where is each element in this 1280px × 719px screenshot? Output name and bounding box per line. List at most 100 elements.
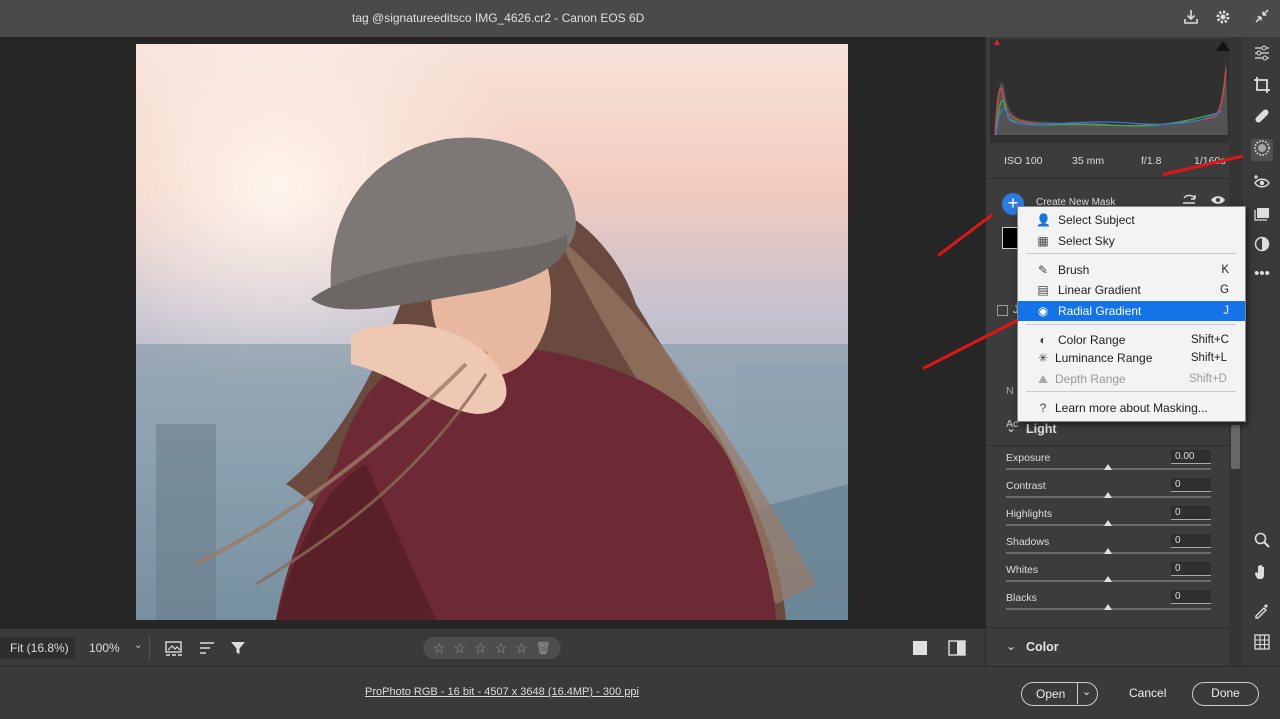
zoom-dropdown-icon[interactable]: ⌄ bbox=[134, 640, 142, 651]
brush-icon: ✎ bbox=[1037, 263, 1049, 277]
person-icon: 👤 bbox=[1036, 213, 1051, 227]
light-section-title: Light bbox=[1026, 422, 1057, 436]
shadows-label: Shadows bbox=[1006, 536, 1050, 548]
divider bbox=[1026, 391, 1236, 392]
color-section-title: Color bbox=[1026, 640, 1059, 654]
star-icon[interactable]: ☆ bbox=[474, 640, 487, 657]
mask-checkbox[interactable] bbox=[997, 305, 1008, 316]
image-canvas[interactable] bbox=[0, 37, 985, 628]
contrast-value[interactable]: 0 bbox=[1171, 478, 1211, 492]
color-range-icon: ◐ bbox=[1039, 333, 1047, 347]
highlights-label: Highlights bbox=[1006, 508, 1053, 520]
zoom-tool-icon[interactable] bbox=[1251, 531, 1273, 553]
whites-label: Whites bbox=[1006, 564, 1039, 576]
iso-value: ISO 100 bbox=[1004, 154, 1043, 167]
fit-zoom-button[interactable]: Fit (16.8%) bbox=[0, 637, 75, 659]
contrast-slider[interactable]: Contrast 0 bbox=[986, 478, 1230, 506]
workflow-options-link[interactable]: ProPhoto RGB - 16 bit - 4507 x 3648 (16.… bbox=[365, 686, 639, 698]
create-mask-menu: 👤 Select Subject ▦ Select Sky ✎ Brush K … bbox=[1017, 206, 1246, 422]
menu-item-radial-gradient[interactable]: ◉ Radial Gradient J bbox=[1018, 301, 1245, 321]
contrast-label: Contrast bbox=[1006, 480, 1046, 492]
footer-bar: ProPhoto RGB - 16 bit - 4507 x 3648 (16.… bbox=[0, 666, 1280, 719]
menu-item-learn-more[interactable]: ? Learn more about Masking... bbox=[1018, 398, 1245, 418]
radial-gradient-icon: ◉ bbox=[1037, 304, 1049, 318]
slider-thumb[interactable] bbox=[1104, 492, 1112, 498]
depth-range-icon: ⛰ bbox=[1037, 372, 1049, 386]
slider-thumb[interactable] bbox=[1104, 464, 1112, 470]
chevron-down-icon: ⌄ bbox=[1006, 421, 1017, 435]
highlights-slider[interactable]: Highlights 0 bbox=[986, 506, 1230, 534]
title-bar: tag @signatureeditsco IMG_4626.cr2 - Can… bbox=[0, 0, 1280, 37]
red-eye-icon[interactable] bbox=[1251, 173, 1273, 195]
menu-item-select-subject[interactable]: 👤 Select Subject bbox=[1018, 210, 1245, 230]
mask-name-label: N bbox=[1006, 385, 1014, 397]
save-image-icon[interactable] bbox=[1181, 8, 1201, 28]
star-icon[interactable]: ☆ bbox=[495, 640, 508, 657]
menu-item-luminance-range[interactable]: ✳ Luminance Range Shift+L bbox=[1018, 348, 1245, 368]
linear-gradient-icon: ▤ bbox=[1037, 283, 1049, 297]
star-rating[interactable]: ☆ ☆ ☆ ☆ ☆ 🗑 bbox=[423, 637, 561, 659]
masking-icon[interactable] bbox=[1251, 139, 1273, 161]
settings-gear-icon[interactable] bbox=[1213, 8, 1233, 28]
whites-value[interactable]: 0 bbox=[1171, 562, 1211, 576]
open-button[interactable]: Open ⌄ bbox=[1021, 682, 1098, 706]
window-title: tag @signatureeditsco IMG_4626.cr2 - Can… bbox=[352, 11, 645, 25]
slider-thumb[interactable] bbox=[1104, 576, 1112, 582]
image-toolbar: Fit (16.8%) 100% ⌄ ☆ ☆ ☆ ☆ ☆ 🗑 bbox=[0, 628, 985, 666]
exif-info: ISO 100 35 mm f/1.8 1/160s bbox=[986, 143, 1230, 179]
chevron-down-icon: ⌄ bbox=[1006, 639, 1017, 653]
whites-slider[interactable]: Whites 0 bbox=[986, 562, 1230, 590]
slider-thumb[interactable] bbox=[1104, 520, 1112, 526]
divider bbox=[986, 627, 1230, 628]
shadows-slider[interactable]: Shadows 0 bbox=[986, 534, 1230, 562]
menu-item-select-sky[interactable]: ▦ Select Sky bbox=[1018, 231, 1245, 251]
divider bbox=[986, 445, 1230, 446]
crop-overlay-icon[interactable] bbox=[913, 641, 927, 655]
snapshots-icon[interactable] bbox=[1251, 235, 1273, 257]
more-options-icon[interactable]: ••• bbox=[1251, 263, 1273, 285]
done-button[interactable]: Done bbox=[1192, 682, 1259, 706]
filmstrip-icon[interactable] bbox=[164, 639, 186, 657]
sort-icon[interactable] bbox=[198, 639, 216, 657]
star-icon[interactable]: ☆ bbox=[515, 640, 528, 657]
collapse-icon[interactable] bbox=[1252, 8, 1272, 28]
before-after-icon[interactable] bbox=[947, 638, 967, 658]
blacks-slider[interactable]: Blacks 0 bbox=[986, 590, 1230, 618]
visibility-eye-icon[interactable] bbox=[1210, 194, 1226, 206]
grid-overlay-icon[interactable] bbox=[1251, 633, 1273, 655]
luminance-icon: ✳ bbox=[1037, 351, 1049, 365]
histogram bbox=[990, 39, 1230, 143]
focal-length-value: 35 mm bbox=[1072, 154, 1105, 167]
highlights-value[interactable]: 0 bbox=[1171, 506, 1211, 520]
cancel-button[interactable]: Cancel bbox=[1129, 686, 1166, 700]
menu-item-color-range[interactable]: ◐ Color Range Shift+C bbox=[1018, 330, 1245, 350]
scrollbar-thumb[interactable] bbox=[1231, 425, 1240, 469]
filter-icon[interactable] bbox=[229, 639, 247, 657]
healing-bandage-icon[interactable] bbox=[1251, 107, 1273, 129]
exposure-label: Exposure bbox=[1006, 452, 1051, 464]
shadow-clipping-icon[interactable] bbox=[994, 39, 1000, 45]
color-section-header[interactable]: ⌄ Color bbox=[986, 634, 1230, 660]
crop-icon[interactable] bbox=[1251, 76, 1273, 98]
menu-item-linear-gradient[interactable]: ▤ Linear Gradient G bbox=[1018, 280, 1245, 300]
shadows-value[interactable]: 0 bbox=[1171, 534, 1211, 548]
exposure-value[interactable]: 0.00 bbox=[1171, 450, 1211, 464]
slider-thumb[interactable] bbox=[1104, 604, 1112, 610]
blacks-label: Blacks bbox=[1006, 592, 1037, 604]
blacks-value[interactable]: 0 bbox=[1171, 590, 1211, 604]
exposure-slider[interactable]: Exposure 0.00 bbox=[986, 450, 1230, 478]
zoom-100-button[interactable]: 100% bbox=[89, 641, 120, 655]
menu-item-brush[interactable]: ✎ Brush K bbox=[1018, 260, 1245, 280]
star-icon[interactable]: ☆ bbox=[454, 640, 467, 657]
tool-strip: ••• bbox=[1245, 37, 1280, 666]
edit-sliders-icon[interactable] bbox=[1251, 44, 1273, 66]
star-icon[interactable]: ☆ bbox=[433, 640, 446, 657]
color-sampler-icon[interactable] bbox=[1251, 601, 1273, 623]
trash-icon[interactable]: 🗑 bbox=[536, 641, 551, 655]
aperture-value: f/1.8 bbox=[1141, 154, 1162, 167]
slider-thumb[interactable] bbox=[1104, 548, 1112, 554]
photo-preview bbox=[136, 44, 848, 620]
hand-tool-icon[interactable] bbox=[1251, 563, 1273, 585]
presets-icon[interactable] bbox=[1251, 204, 1273, 226]
chevron-down-icon[interactable]: ⌄ bbox=[1082, 685, 1091, 698]
